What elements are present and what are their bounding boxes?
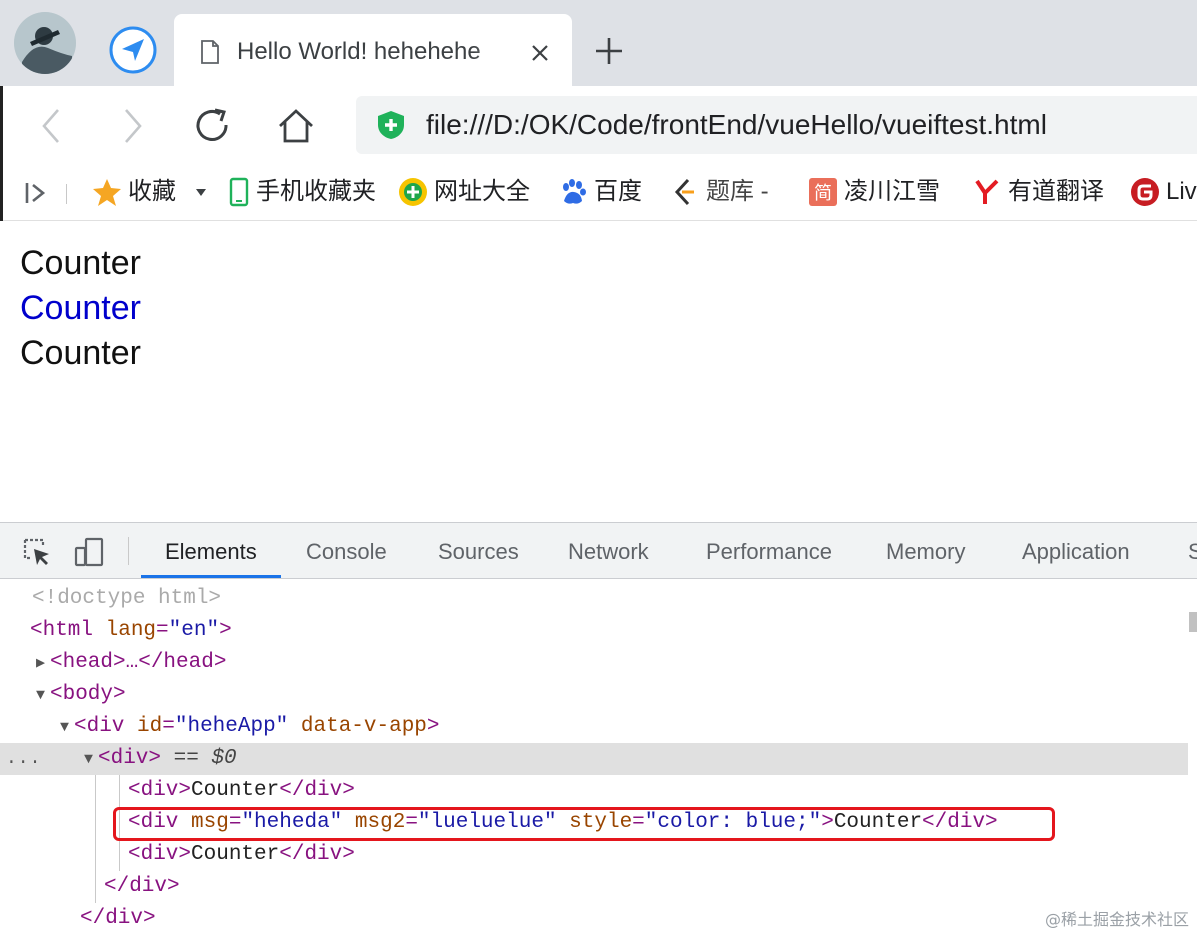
- tab-overflow[interactable]: S: [1188, 523, 1197, 578]
- page-viewport: Counter Counter Counter: [0, 221, 1197, 522]
- new-tab-plus-icon[interactable]: [594, 36, 624, 66]
- document-icon: [201, 40, 219, 64]
- tab-console[interactable]: Console: [306, 523, 387, 578]
- browser-toolbar: file:///D:/OK/Code/frontEnd/vueHello/vue…: [0, 86, 1197, 164]
- phone-icon: [229, 177, 249, 207]
- forward-arrow-icon[interactable]: [112, 106, 152, 146]
- collapse-triangle-icon[interactable]: ▼: [60, 712, 74, 744]
- svg-text:简: 简: [814, 183, 832, 204]
- dom-child-div-3[interactable]: <div>Counter</div>: [128, 839, 1197, 871]
- counter-text-2: Counter: [20, 289, 141, 327]
- devtools-scrollbar[interactable]: [1189, 612, 1197, 632]
- bookmarks-bar: 收藏 手机收藏夹 网址大全 百度 题库 - 简 凌川江雪 有道翻译 Liv: [0, 164, 1197, 221]
- star-icon: [93, 179, 121, 206]
- chevron-down-icon[interactable]: [194, 185, 208, 199]
- address-bar[interactable]: file:///D:/OK/Code/frontEnd/vueHello/vue…: [356, 96, 1197, 154]
- collapse-triangle-icon[interactable]: ▼: [84, 744, 98, 776]
- more-actions-icon[interactable]: ...: [6, 743, 41, 775]
- dom-body[interactable]: ▼ <body>: [36, 679, 1197, 711]
- close-tab-icon[interactable]: [530, 43, 550, 63]
- tab-title-fade: [474, 34, 514, 70]
- sidebar-toggle-icon[interactable]: [24, 180, 50, 206]
- jianshu-icon: 简: [809, 178, 837, 206]
- bookmark-leetcode[interactable]: 题库 -: [670, 174, 769, 210]
- tab-memory[interactable]: Memory: [886, 523, 965, 578]
- tab-performance[interactable]: Performance: [706, 523, 832, 578]
- bookmark-youdao[interactable]: 有道翻译: [972, 174, 1104, 210]
- reload-icon[interactable]: [193, 106, 233, 146]
- navigation-compass-icon[interactable]: [108, 25, 158, 75]
- profile-avatar[interactable]: [14, 12, 76, 74]
- leetcode-icon: [674, 178, 694, 206]
- address-url[interactable]: file:///D:/OK/Code/frontEnd/vueHello/vue…: [426, 104, 1047, 146]
- tab-elements[interactable]: Elements: [141, 523, 281, 578]
- dom-doctype[interactable]: <!doctype html>: [32, 583, 1197, 615]
- device-toolbar-icon[interactable]: [74, 537, 104, 567]
- dom-child-div-1[interactable]: <div>Counter</div>: [128, 775, 1197, 807]
- baidu-paw-icon: [563, 179, 586, 204]
- expand-triangle-icon[interactable]: ▶: [36, 648, 50, 680]
- bookmark-gitee[interactable]: Liv: [1130, 174, 1197, 210]
- dom-app-div-close[interactable]: </div>: [80, 903, 1197, 935]
- dom-inner-div-selected[interactable]: ... ▼ <div> == $0: [0, 743, 1188, 775]
- indent-guide: [95, 775, 96, 903]
- dom-html-open[interactable]: <html lang="en">: [30, 615, 1197, 647]
- devtools-separator: [128, 537, 129, 565]
- dom-tree: <!doctype html> <html lang="en"> ▶ <head>…: [0, 579, 1197, 936]
- devtools-tabbar: Elements Console Sources Network Perform…: [0, 522, 1197, 579]
- globe-plus-icon: [399, 178, 427, 206]
- dom-inner-div-close[interactable]: </div>: [104, 871, 1197, 903]
- gitee-icon: [1131, 178, 1159, 206]
- bookmark-mobile[interactable]: 手机收藏夹: [228, 174, 376, 210]
- bookmark-sites[interactable]: 网址大全: [398, 174, 530, 210]
- tab-network[interactable]: Network: [568, 523, 649, 578]
- bookmark-jianshu[interactable]: 简 凌川江雪: [808, 174, 940, 210]
- tab-strip: Hello World! hehehehe: [0, 0, 1197, 86]
- youdao-icon: [975, 179, 999, 204]
- counter-text-1: Counter: [20, 244, 141, 282]
- tab-title: Hello World! hehehehe: [237, 38, 481, 65]
- watermark: @稀土掘金技术社区: [1044, 910, 1189, 929]
- dom-app-div[interactable]: ▼ <div id="heheApp" data-v-app>: [60, 711, 1197, 743]
- inspect-element-icon[interactable]: [22, 537, 52, 567]
- dom-head[interactable]: ▶ <head>…</head>: [36, 647, 1197, 679]
- bookmark-baidu[interactable]: 百度: [558, 174, 642, 210]
- secure-shield-icon: [378, 111, 404, 139]
- back-arrow-icon[interactable]: [32, 106, 72, 146]
- home-icon[interactable]: [276, 106, 316, 146]
- collapse-triangle-icon[interactable]: ▼: [36, 680, 50, 712]
- tab-sources[interactable]: Sources: [438, 523, 519, 578]
- red-highlight-annotation: [113, 807, 1055, 841]
- tab-application[interactable]: Application: [1022, 523, 1130, 578]
- browser-tab-active[interactable]: Hello World! hehehehe: [174, 14, 572, 86]
- counter-text-3: Counter: [20, 334, 141, 372]
- bookmark-favorites[interactable]: 收藏: [92, 174, 208, 210]
- bookmarks-separator: [66, 184, 67, 204]
